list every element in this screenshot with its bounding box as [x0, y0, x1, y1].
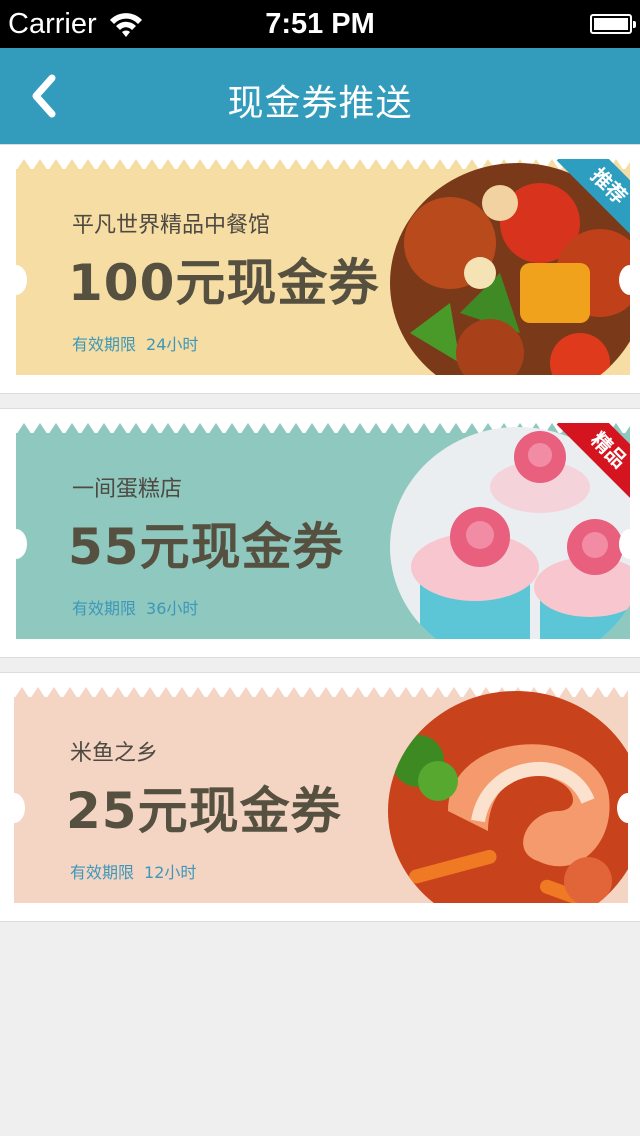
recommend-badge: 推荐 — [554, 159, 630, 235]
validity: 有效期限 24小时 — [72, 331, 208, 355]
coupon-card[interactable]: 一间蛋糕店 55元现金券 有效期限 36小时 精品 — [0, 408, 640, 658]
coupon-card[interactable]: 平凡世界精品中餐馆 100元现金券 有效期限 24小时 推荐 — [0, 144, 640, 394]
coupon-card[interactable]: 米鱼之乡 25元现金券 有效期限 12小时 — [0, 672, 640, 922]
coupon-amount: 100元现金券 — [68, 254, 380, 312]
validity-label: 有效期限 — [70, 863, 135, 882]
validity-label: 有效期限 — [72, 335, 137, 354]
badge-label: 推荐 — [556, 159, 630, 235]
validity-label: 有效期限 — [72, 599, 137, 618]
battery-icon — [590, 14, 636, 34]
coupon-ticket: 米鱼之乡 25元现金券 有效期限 12小时 — [14, 687, 628, 903]
coupon-ticket: 平凡世界精品中餐馆 100元现金券 有效期限 24小时 推荐 — [16, 159, 630, 375]
status-bar: Carrier 7:51 PM — [0, 0, 640, 48]
validity: 有效期限 36小时 — [72, 595, 208, 619]
shop-name: 米鱼之乡 — [70, 741, 159, 766]
validity-value: 24小时 — [146, 335, 199, 354]
clock: 7:51 PM — [265, 8, 375, 40]
badge-label: 精品 — [556, 423, 630, 499]
coupon-amount: 55元现金券 — [68, 518, 344, 576]
shop-name: 平凡世界精品中餐馆 — [72, 213, 271, 238]
premium-badge: 精品 — [554, 423, 630, 499]
validity: 有效期限 12小时 — [70, 859, 206, 883]
coupon-amount: 25元现金券 — [66, 782, 342, 840]
validity-value: 12小时 — [144, 863, 197, 882]
navigation-bar: 现金券推送 — [0, 48, 640, 144]
shop-name: 一间蛋糕店 — [72, 477, 183, 502]
page-title: 现金券推送 — [227, 83, 413, 124]
coupon-ticket: 一间蛋糕店 55元现金券 有效期限 36小时 精品 — [16, 423, 630, 639]
validity-value: 36小时 — [146, 599, 199, 618]
